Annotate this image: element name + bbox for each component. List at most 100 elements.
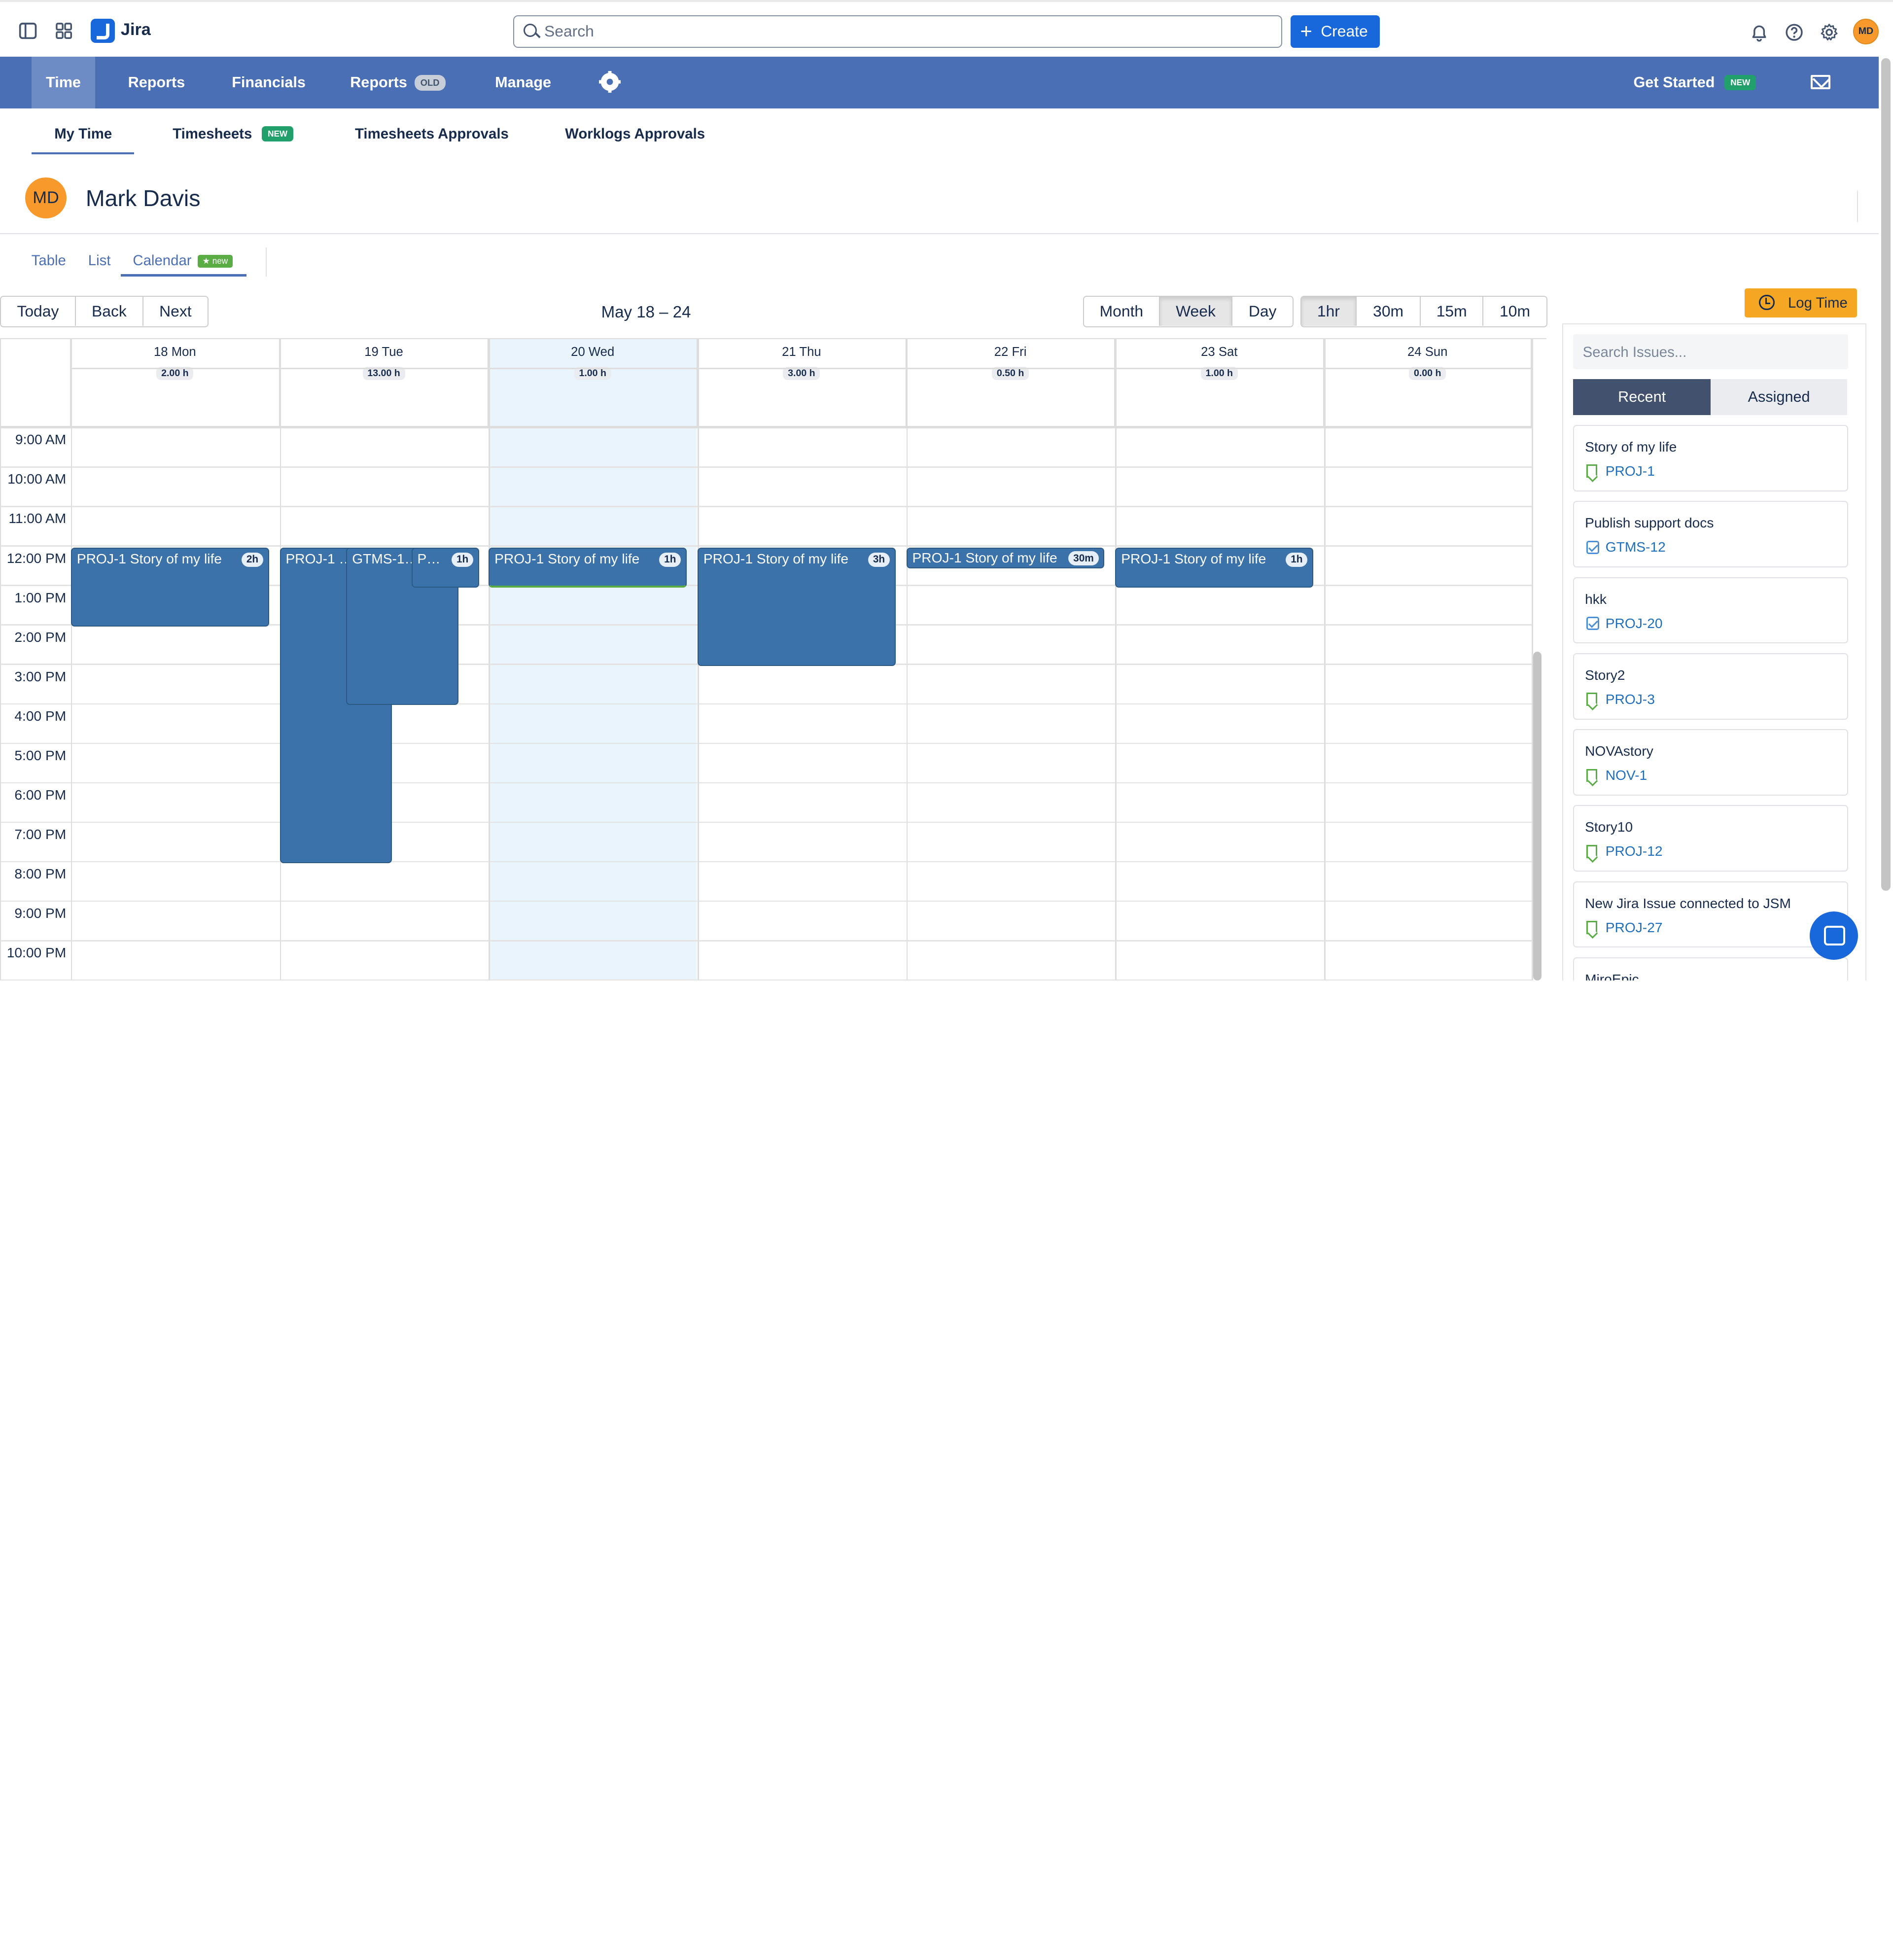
worklog-event[interactable]: PROJ-1 Story of my life 1h <box>489 548 687 588</box>
user-name: Mark Davis <box>85 185 201 211</box>
issue-card[interactable]: Publish support docs GTMS-12 <box>1573 501 1849 568</box>
nav-item-reports[interactable]: Reports <box>128 57 185 108</box>
nav-item-financials[interactable]: Financials <box>232 57 306 108</box>
issue-key-link[interactable]: PROJ-20 <box>1606 616 1663 631</box>
jira-logo-icon[interactable] <box>90 19 115 43</box>
step-15m-button[interactable]: 15m <box>1421 297 1484 326</box>
log-time-button[interactable]: Log Time <box>1744 288 1857 318</box>
week-view-button[interactable]: Week <box>1160 297 1232 326</box>
time-label: 4:00 PM <box>14 708 67 724</box>
issue-key-link[interactable]: PROJ-12 <box>1606 843 1663 859</box>
calendar-scrollbar[interactable] <box>1533 652 1542 980</box>
new-badge: ★ new <box>197 254 233 268</box>
event-title: PROJ-1 Story of my life <box>76 551 222 567</box>
today-button[interactable]: Today <box>1 297 76 326</box>
issue-title: New Jira Issue connected to JSM <box>1585 895 1791 911</box>
tab-my-time[interactable]: My Time <box>54 126 112 142</box>
issue-card[interactable]: hkk PROJ-20 <box>1573 577 1849 644</box>
day-column-divider <box>489 339 490 980</box>
chat-support-icon[interactable] <box>1810 911 1858 960</box>
step-10m-button[interactable]: 10m <box>1483 297 1546 326</box>
step-1hr-button[interactable]: 1hr <box>1301 297 1357 326</box>
hour-gridline <box>1 545 1532 547</box>
today-column-highlight <box>489 339 697 980</box>
month-view-button[interactable]: Month <box>1084 297 1160 326</box>
tab-recent[interactable]: Recent <box>1573 379 1711 416</box>
next-button[interactable]: Next <box>143 297 208 326</box>
user-avatar: MD <box>25 177 67 219</box>
task-icon <box>1586 616 1600 630</box>
step-30m-button[interactable]: 30m <box>1357 297 1421 326</box>
issue-card[interactable]: Story of my life PROJ-1 <box>1573 425 1849 491</box>
mail-icon[interactable] <box>1811 74 1830 90</box>
view-tab-calendar[interactable]: Calendar ★ new <box>133 252 233 269</box>
nav-item-label: Reports <box>350 74 407 91</box>
tab-label: Timesheets <box>173 125 252 142</box>
issue-key-link[interactable]: PROJ-3 <box>1606 692 1655 707</box>
day-header[interactable]: 19 Tue 13.00 h <box>280 339 489 426</box>
nav-item-time[interactable]: Time <box>31 57 96 109</box>
day-header[interactable]: 24 Sun 0.00 h <box>1324 339 1532 426</box>
issue-key-link[interactable]: NOV-1 <box>1606 768 1648 783</box>
view-tab-list[interactable]: List <box>88 252 111 269</box>
worklog-event[interactable]: P… 1h <box>411 548 479 588</box>
tab-timesheets-approvals[interactable]: Timesheets Approvals <box>355 126 509 142</box>
user-avatar[interactable]: MD <box>1853 19 1879 44</box>
view-tab-table[interactable]: Table <box>32 252 66 269</box>
issue-card[interactable]: Story10 PROJ-12 <box>1573 805 1849 872</box>
day-header[interactable]: 20 Wed 1.00 h <box>489 339 698 426</box>
all-day-divider <box>71 368 1532 369</box>
settings-gear-icon[interactable] <box>598 71 621 93</box>
page-scrollbar[interactable] <box>1881 58 1891 891</box>
issue-card[interactable]: New Jira Issue connected to JSM PROJ-27 <box>1573 881 1849 948</box>
settings-gear-icon[interactable] <box>1820 23 1839 42</box>
app-switcher-icon[interactable] <box>54 21 73 40</box>
day-label: 24 Sun <box>1407 345 1448 359</box>
issue-search-input[interactable]: Search Issues... <box>1573 334 1849 370</box>
issue-title: hkk <box>1585 591 1607 607</box>
day-view-button[interactable]: Day <box>1232 297 1293 326</box>
event-title: PROJ-1 … <box>285 551 353 567</box>
event-title: PROJ-1 Story of my life <box>912 550 1057 565</box>
worklog-event[interactable]: PROJ-1 Story of my life 2h <box>71 548 269 627</box>
active-tab-indicator <box>31 152 134 155</box>
nav-item-reports-old[interactable]: Reports OLD <box>350 57 446 108</box>
day-label: 22 Fri <box>994 345 1027 359</box>
time-label: 9:00 AM <box>15 432 67 448</box>
nav-item-manage[interactable]: Manage <box>495 57 551 108</box>
app-name[interactable]: Jira <box>121 20 151 39</box>
worklog-event[interactable]: PROJ-1 Story of my life 30m <box>906 548 1105 569</box>
view-tab-label: Table <box>31 252 66 269</box>
event-duration-badge: 1h <box>659 552 681 567</box>
week-calendar: 18 Mon 2.00 h 19 Tue 13.00 h 20 Wed 1.00 h … <box>0 338 1547 980</box>
issue-key-link[interactable]: PROJ-27 <box>1606 920 1663 936</box>
issue-card[interactable]: Story2 PROJ-3 <box>1573 653 1849 720</box>
bookmark-icon <box>1586 769 1597 782</box>
tab-worklogs-approvals[interactable]: Worklogs Approvals <box>565 126 705 142</box>
sidebar-toggle-icon[interactable] <box>18 21 37 40</box>
issue-key-link[interactable]: PROJ-1 <box>1606 463 1655 479</box>
plus-icon: + <box>1300 19 1312 43</box>
tab-assigned[interactable]: Assigned <box>1711 379 1847 416</box>
get-started-link[interactable]: Get Started NEW <box>1633 57 1756 108</box>
day-header[interactable]: 21 Thu 3.00 h <box>698 339 907 426</box>
back-button[interactable]: Back <box>75 297 143 326</box>
issue-card[interactable]: NOVAstory NOV-1 <box>1573 729 1849 796</box>
notifications-bell-icon[interactable] <box>1750 23 1769 42</box>
time-label: 6:00 PM <box>14 787 67 803</box>
day-header[interactable]: 23 Sat 1.00 h <box>1115 339 1325 426</box>
worklog-event[interactable]: PROJ-1 Story of my life 3h <box>698 548 896 666</box>
help-icon[interactable] <box>1785 23 1804 42</box>
clock-icon <box>1759 294 1775 311</box>
issue-card[interactable]: MiroEpic <box>1573 957 1849 980</box>
worklog-event[interactable]: PROJ-1 Story of my life 1h <box>1115 548 1314 588</box>
tab-timesheets[interactable]: Timesheets NEW <box>173 125 294 142</box>
create-button[interactable]: + Create <box>1290 15 1380 48</box>
issue-key-link[interactable]: GTMS-12 <box>1606 539 1666 555</box>
hour-gridline <box>1 940 1532 942</box>
day-header[interactable]: 18 Mon 2.00 h <box>71 339 280 426</box>
search-icon <box>524 23 537 37</box>
event-title: P… <box>417 551 441 567</box>
search-input[interactable]: Search <box>513 15 1282 48</box>
day-header[interactable]: 22 Fri 0.50 h <box>907 339 1116 426</box>
